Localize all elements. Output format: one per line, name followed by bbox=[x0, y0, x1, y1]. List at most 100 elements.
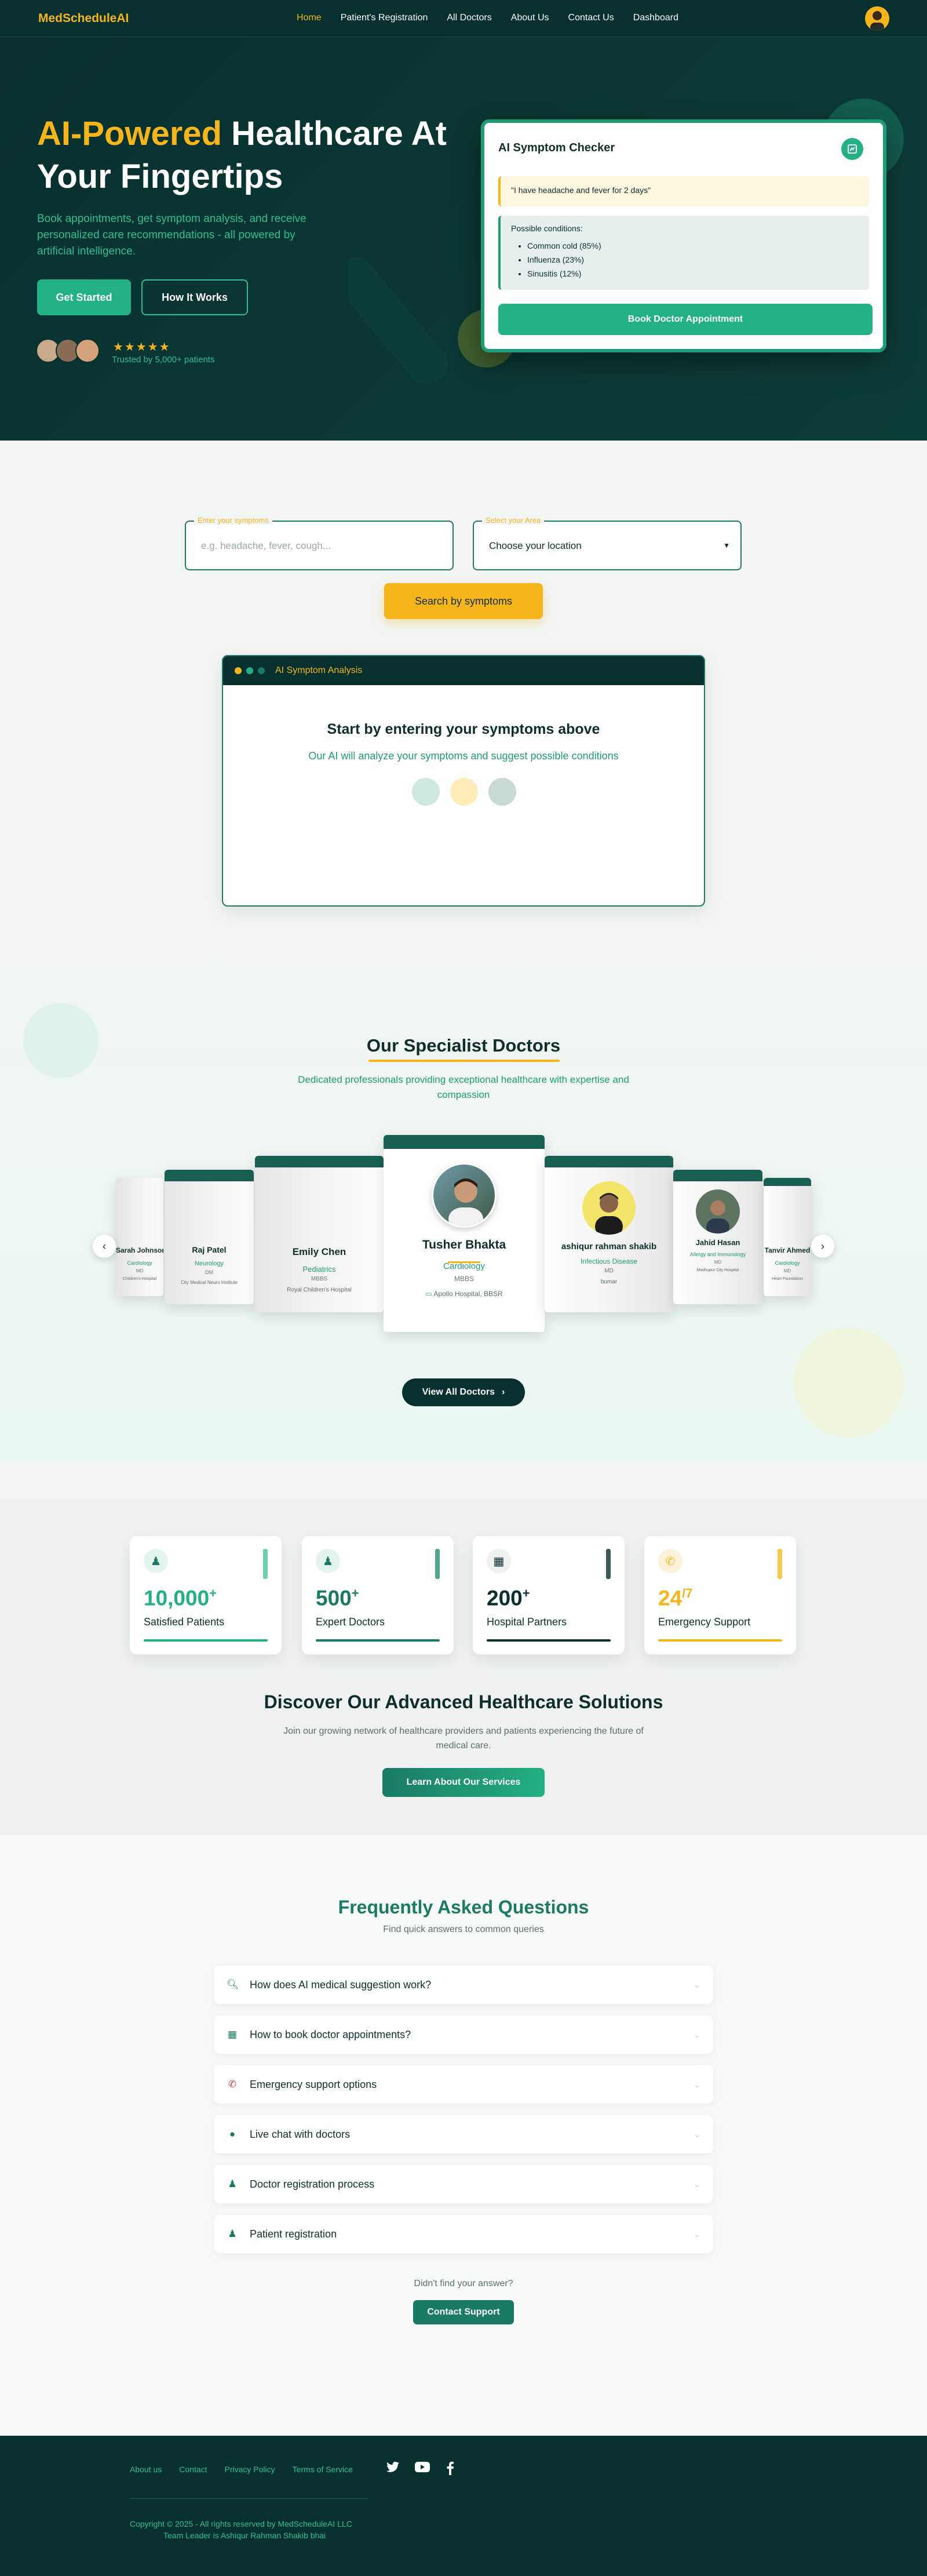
analysis-heading: Start by entering your symptoms above bbox=[327, 721, 600, 737]
area-select-value[interactable]: Choose your location bbox=[489, 540, 582, 552]
analysis-titlebar: AI Symptom Analysis bbox=[223, 656, 704, 685]
doctor-card[interactable]: Emily Chen Pediatrics MBBS Royal Childre… bbox=[255, 1156, 384, 1312]
faq-question: How to book doctor appointments? bbox=[250, 2028, 411, 2040]
possible-conditions: Possible conditions: Common cold (85%) I… bbox=[498, 216, 869, 290]
stat-underline bbox=[316, 1639, 440, 1642]
faq-item[interactable]: 🔍︎ How does AI medical suggestion work? ⌄ bbox=[214, 1966, 713, 2004]
faq-question: Live chat with doctors bbox=[250, 2128, 351, 2140]
doctor-degree: MBBS bbox=[311, 1276, 328, 1282]
doctor-card[interactable]: ashiqur rahman shakib Infectious Disease… bbox=[545, 1156, 673, 1312]
accent-bar bbox=[606, 1549, 611, 1579]
carousel-next-button[interactable]: › bbox=[811, 1235, 834, 1258]
symptom-quote: "I have headache and fever for 2 days" bbox=[498, 176, 869, 206]
carousel-prev-button[interactable]: ‹ bbox=[93, 1235, 116, 1258]
symptoms-input[interactable]: e.g. headache, fever, cough... bbox=[201, 540, 331, 552]
footer-divider bbox=[130, 2498, 368, 2499]
footer-link-privacy[interactable]: Privacy Policy bbox=[225, 2465, 275, 2474]
doctor-name: Tusher Bhakta bbox=[422, 1238, 506, 1251]
faq-item[interactable]: ● Live chat with doctors ⌄ bbox=[214, 2115, 713, 2153]
chevron-down-icon: ▼ bbox=[723, 541, 730, 550]
how-it-works-button[interactable]: How It Works bbox=[141, 279, 248, 315]
doctor-hospital: City Medical Neuro Institute bbox=[181, 1280, 238, 1285]
footer-link-contact[interactable]: Contact bbox=[179, 2465, 207, 2474]
doctor-icon: ♟ bbox=[228, 2178, 237, 2189]
search-symptoms-button[interactable]: Search by symptoms bbox=[384, 583, 543, 619]
doctor-specialty: Allergy and Immunology bbox=[689, 1251, 746, 1257]
doctor-name: Sarah Johnson bbox=[116, 1246, 163, 1254]
doctor-degree: DM bbox=[205, 1269, 213, 1275]
analysis-text: Our AI will analyze your symptoms and su… bbox=[308, 750, 619, 762]
view-all-doctors-button[interactable]: View All Doctors › bbox=[402, 1378, 525, 1406]
area-select[interactable]: Select your Area Choose your location ▼ bbox=[473, 516, 742, 570]
stat-card: ♟ 10,000+ Satisfied Patients bbox=[130, 1536, 282, 1654]
stat-number: 24/7 bbox=[658, 1586, 693, 1610]
chevron-down-icon: ⌄ bbox=[694, 2179, 700, 2189]
site-logo[interactable]: MedScheduleAI bbox=[38, 12, 129, 26]
chevron-down-icon: ⌄ bbox=[694, 2229, 700, 2239]
doctor-card[interactable]: Jahid Hasan Allergy and Immunology MD Ma… bbox=[673, 1170, 762, 1304]
doctor-name: Emily Chen bbox=[292, 1246, 346, 1257]
stat-underline bbox=[144, 1639, 268, 1642]
contact-support-button[interactable]: Contact Support bbox=[413, 2300, 514, 2324]
doctor-hospital: ▭ Apollo Hospital, BBSR bbox=[425, 1290, 503, 1298]
doctor-name: Jahid Hasan bbox=[695, 1238, 740, 1247]
doctor-photo bbox=[696, 1189, 740, 1234]
chevron-left-icon: ‹ bbox=[103, 1240, 106, 1252]
learn-services-button[interactable]: Learn About Our Services bbox=[382, 1768, 545, 1797]
nav-all-doctors[interactable]: All Doctors bbox=[447, 13, 491, 23]
hero-title: AI-Powered Healthcare At Your Fingertips bbox=[37, 115, 447, 195]
doctor-card-featured[interactable]: Tusher Bhakta Cardiology MBBS ▭ Apollo H… bbox=[384, 1135, 545, 1332]
nav-patient-registration[interactable]: Patient's Registration bbox=[341, 13, 428, 23]
stat-card: ✆ 24/7 Emergency Support bbox=[644, 1536, 796, 1654]
book-appointment-button[interactable]: Book Doctor Appointment bbox=[498, 304, 873, 335]
faq-question: Emergency support options bbox=[250, 2078, 377, 2090]
patient-icon: ♟ bbox=[144, 1549, 168, 1573]
deco-circle bbox=[794, 1327, 904, 1438]
name-underline bbox=[448, 1261, 480, 1263]
doctor-card[interactable]: Sarah Johnson Cardiology MD Children's H… bbox=[116, 1178, 163, 1296]
faq-item[interactable]: ✆ Emergency support options ⌄ bbox=[214, 2065, 713, 2104]
faq-item[interactable]: ▦ How to book doctor appointments? ⌄ bbox=[214, 2015, 713, 2054]
checker-title: AI Symptom Checker bbox=[498, 141, 615, 154]
footer-link-terms[interactable]: Terms of Service bbox=[293, 2465, 353, 2474]
area-label: Select your Area bbox=[482, 516, 545, 525]
doctor-photo bbox=[582, 1181, 636, 1235]
doctor-degree: MD bbox=[783, 1268, 791, 1274]
top-navbar: MedScheduleAI Home Patient's Registratio… bbox=[0, 0, 927, 37]
facebook-icon[interactable] bbox=[446, 2461, 454, 2479]
youtube-icon[interactable] bbox=[415, 2461, 430, 2476]
doctor-card[interactable]: Tanvir Ahmed Cardiology MD Heart Foundat… bbox=[764, 1178, 811, 1296]
nav-dashboard[interactable]: Dashboard bbox=[633, 13, 678, 23]
twitter-icon[interactable] bbox=[386, 2461, 400, 2477]
window-dot bbox=[235, 667, 242, 674]
phone-icon: ✆ bbox=[228, 2079, 237, 2090]
faq-question: Doctor registration process bbox=[250, 2178, 375, 2190]
analysis-title: AI Symptom Analysis bbox=[275, 665, 363, 675]
stat-underline bbox=[658, 1639, 782, 1642]
doctor-name: ashiqur rahman shakib bbox=[561, 1242, 657, 1251]
footer-link-about[interactable]: About us bbox=[130, 2465, 162, 2474]
nav-links: Home Patient's Registration All Doctors … bbox=[297, 13, 678, 23]
nav-contact-us[interactable]: Contact Us bbox=[568, 13, 614, 23]
discover-title: Discover Our Advanced Healthcare Solutio… bbox=[264, 1691, 663, 1712]
window-dot bbox=[246, 667, 253, 674]
doctor-hospital: Royal Children's Hospital bbox=[287, 1287, 352, 1293]
doctor-degree: MD bbox=[604, 1268, 614, 1274]
discover-text: Join our growing network of healthcare p… bbox=[283, 1726, 644, 1751]
doctors-subtitle: Dedicated professionals providing except… bbox=[298, 1074, 629, 1100]
get-started-button[interactable]: Get Started bbox=[37, 279, 131, 315]
card-header bbox=[384, 1135, 545, 1149]
team-leader-text: Team Leader is Ashiqur Rahman Shakib bha… bbox=[163, 2531, 326, 2540]
hero-section: AI-Powered Healthcare At Your Fingertips… bbox=[0, 37, 927, 441]
faq-item[interactable]: ♟ Patient registration ⌄ bbox=[214, 2215, 713, 2253]
faq-subtitle: Find quick answers to common queries bbox=[383, 1924, 544, 1934]
user-avatar[interactable] bbox=[865, 6, 889, 31]
hero-subtitle: Book appointments, get symptom analysis,… bbox=[37, 213, 306, 257]
nav-home[interactable]: Home bbox=[297, 13, 322, 23]
doctor-card[interactable]: Raj Patel Neurology DM City Medical Neur… bbox=[165, 1170, 254, 1304]
doctor-degree: MBBS bbox=[454, 1275, 474, 1283]
nav-about-us[interactable]: About Us bbox=[511, 13, 549, 23]
doctor-specialty: Pediatrics bbox=[302, 1265, 336, 1274]
symptoms-field[interactable]: Enter your symptoms e.g. headache, fever… bbox=[185, 516, 454, 570]
faq-item[interactable]: ♟ Doctor registration process ⌄ bbox=[214, 2165, 713, 2203]
